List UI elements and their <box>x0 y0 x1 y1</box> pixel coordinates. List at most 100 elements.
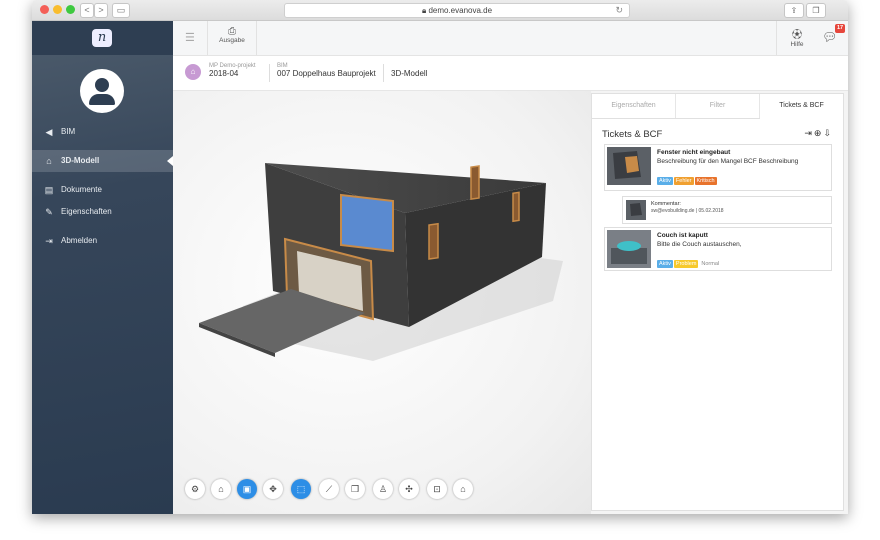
side-panel: Eigenschaften Filter Tickets & BCF Ticke… <box>591 91 848 514</box>
sidebar: n ◀ BIM ⌂ 3D-Modell ▤ Dokumente ✎ Eigens… <box>32 21 173 514</box>
share-icon[interactable]: ⇪ <box>784 3 804 18</box>
hilfe-button[interactable]: ⚽︎ Hilfe <box>776 21 817 55</box>
type-badge: Fehler <box>673 177 694 185</box>
pencil-icon: ✎ <box>45 207 53 217</box>
divider <box>383 64 384 82</box>
user-avatar[interactable] <box>80 69 124 113</box>
building-model[interactable] <box>173 91 591 471</box>
ticket-thumbnail <box>607 147 651 185</box>
maximize-window-icon[interactable] <box>66 5 75 14</box>
panel-card: Eigenschaften Filter Tickets & BCF Ticke… <box>591 93 844 511</box>
address-bar[interactable]: 🔒︎ demo.evanova.de ↻ <box>284 3 630 18</box>
app-topbar: ☰ ⎙ Ausgabe ⚽︎ Hilfe 💬︎ 17 <box>173 21 848 56</box>
tab-eigenschaften[interactable]: Eigenschaften <box>592 94 676 118</box>
browser-window: < > ▭ 🔒︎ demo.evanova.de ↻ ⇪ ❐ n ◀ BIM ⌂… <box>32 0 848 514</box>
notification-badge: 17 <box>835 24 845 33</box>
close-window-icon[interactable] <box>40 5 49 14</box>
side-window <box>470 165 480 200</box>
measure-icon[interactable]: ⟋ <box>319 479 339 499</box>
hilfe-label: Hilfe <box>790 41 804 48</box>
breadcrumb-view-main: 3D-Modell <box>391 69 428 78</box>
download-icon[interactable]: ⇩ <box>823 128 833 138</box>
type-badge: Problem <box>673 260 699 268</box>
side-window <box>512 191 520 223</box>
browser-titlebar: < > ▭ 🔒︎ demo.evanova.de ↻ ⇪ ❐ <box>32 0 848 21</box>
avatar-body <box>89 94 115 105</box>
sidebar-item-eigenschaften[interactable]: ✎ Eigenschaften <box>32 201 173 223</box>
compass-icon[interactable]: ✥ <box>263 479 283 499</box>
ticket-card[interactable]: Couch ist kaputt Bitte die Couch austaus… <box>604 227 832 271</box>
sidebar-logo-bar: n <box>32 21 173 55</box>
breadcrumb-project[interactable]: MP Demo-projekt 2018-04 <box>209 63 256 78</box>
export-icon: ⎙ <box>228 26 236 37</box>
tab-filter[interactable]: Filter <box>676 94 760 118</box>
comment-meta: sw@evobuilding.de | 05.02.2018 <box>651 208 724 214</box>
sidebar-toggle-icon[interactable]: ▭ <box>112 3 130 18</box>
back-button[interactable]: < <box>80 3 94 18</box>
menu-icon[interactable]: ☰ <box>185 31 195 44</box>
tabs-overview-icon[interactable]: ❐ <box>806 3 826 18</box>
sidebar-item-label: Dokumente <box>61 185 102 194</box>
ticket-tags: Aktiv Problem Normal <box>657 252 722 270</box>
gear-icon[interactable]: ⚙ <box>185 479 205 499</box>
sidebar-item-label: BIM <box>61 127 76 136</box>
minimize-window-icon[interactable] <box>53 5 62 14</box>
ausgabe-button[interactable]: ⎙ Ausgabe <box>207 21 257 55</box>
avatar-head <box>95 78 109 92</box>
cube-icon[interactable]: ❒ <box>345 479 365 499</box>
ticket-title: Fenster nicht eingebaut <box>657 149 731 156</box>
save-icon[interactable]: ▣ <box>237 479 257 499</box>
fit-icon[interactable]: ⊡ <box>427 479 447 499</box>
ticket-description: Bitte die Couch austauschen, <box>657 241 742 248</box>
home-layer-icon[interactable]: ⌂ <box>211 479 231 499</box>
ticket-tags: Aktiv Fehler Kritisch <box>657 169 718 187</box>
home-icon[interactable]: ⌂ <box>453 479 473 499</box>
document-icon: ▤ <box>44 185 54 195</box>
panel-title: Tickets & BCF <box>602 129 663 140</box>
breadcrumb-bim-main: 007 Doppelhaus Bauprojekt <box>277 69 376 78</box>
comment-title: Kommentar: <box>651 201 681 207</box>
sidebar-item-abmelden[interactable]: ⇥ Abmelden <box>32 230 173 252</box>
side-window <box>428 222 439 260</box>
explode-icon[interactable]: ✣ <box>399 479 419 499</box>
project-home-icon[interactable]: ⌂ <box>185 64 201 80</box>
comment-card[interactable]: Kommentar: sw@evobuilding.de | 05.02.201… <box>622 196 832 224</box>
3d-viewport[interactable]: ⚙ ⌂ ▣ ✥ ⬚ ⟋ ❒ ♙ ✣ ⊡ ⌂ <box>173 91 591 514</box>
sidebar-item-bim[interactable]: ◀ BIM <box>32 121 173 143</box>
app-logo[interactable]: n <box>92 29 112 47</box>
breadcrumb-bim[interactable]: BIM 007 Doppelhaus Bauprojekt <box>277 63 376 78</box>
breadcrumb-project-main: 2018-04 <box>209 69 239 78</box>
window-highlight <box>340 193 394 253</box>
ticket-description: Beschreibung für den Mangel BCF Beschrei… <box>657 158 799 165</box>
logout-icon: ⇥ <box>45 236 53 246</box>
walk-person-icon[interactable]: ♙ <box>373 479 393 499</box>
back-arrow-icon: ◀ <box>45 127 53 137</box>
divider <box>269 64 270 82</box>
status-badge: Aktiv <box>657 260 673 268</box>
status-badge: Aktiv <box>657 177 673 185</box>
tab-tickets-bcf[interactable]: Tickets & BCF <box>760 94 843 119</box>
sidebar-item-label: Eigenschaften <box>61 207 112 216</box>
section-box-icon[interactable]: ⬚ <box>291 479 311 499</box>
breadcrumb-view[interactable]: 3D-Modell <box>391 69 427 78</box>
panel-tabs: Eigenschaften Filter Tickets & BCF <box>592 94 843 119</box>
url-text: demo.evanova.de <box>428 6 493 15</box>
ticket-card[interactable]: Fenster nicht eingebaut Beschreibung für… <box>604 144 832 191</box>
sidebar-item-dokumente[interactable]: ▤ Dokumente <box>32 179 173 201</box>
panel-actions: ⇥⊕⇩ <box>804 128 833 139</box>
forward-button[interactable]: > <box>94 3 108 18</box>
sidebar-item-label: Abmelden <box>61 236 98 245</box>
sidebar-item-3d-modell[interactable]: ⌂ 3D-Modell <box>32 150 173 172</box>
help-ball-icon: ⚽︎ <box>792 30 802 41</box>
ticket-title: Couch ist kaputt <box>657 232 708 239</box>
house-icon: ⌂ <box>46 156 52 166</box>
reload-icon[interactable]: ↻ <box>615 4 623 17</box>
breadcrumb: ⌂ MP Demo-projekt 2018-04 BIM 007 Doppel… <box>173 56 848 91</box>
ticket-thumbnail <box>607 230 651 268</box>
import-icon[interactable]: ⇥ <box>804 128 814 138</box>
comment-thumbnail <box>626 200 646 220</box>
priority-badge: Normal <box>701 261 720 267</box>
priority-badge: Kritisch <box>694 177 717 185</box>
ausgabe-label: Ausgabe <box>219 37 245 44</box>
sidebar-item-label: 3D-Modell <box>61 156 100 165</box>
